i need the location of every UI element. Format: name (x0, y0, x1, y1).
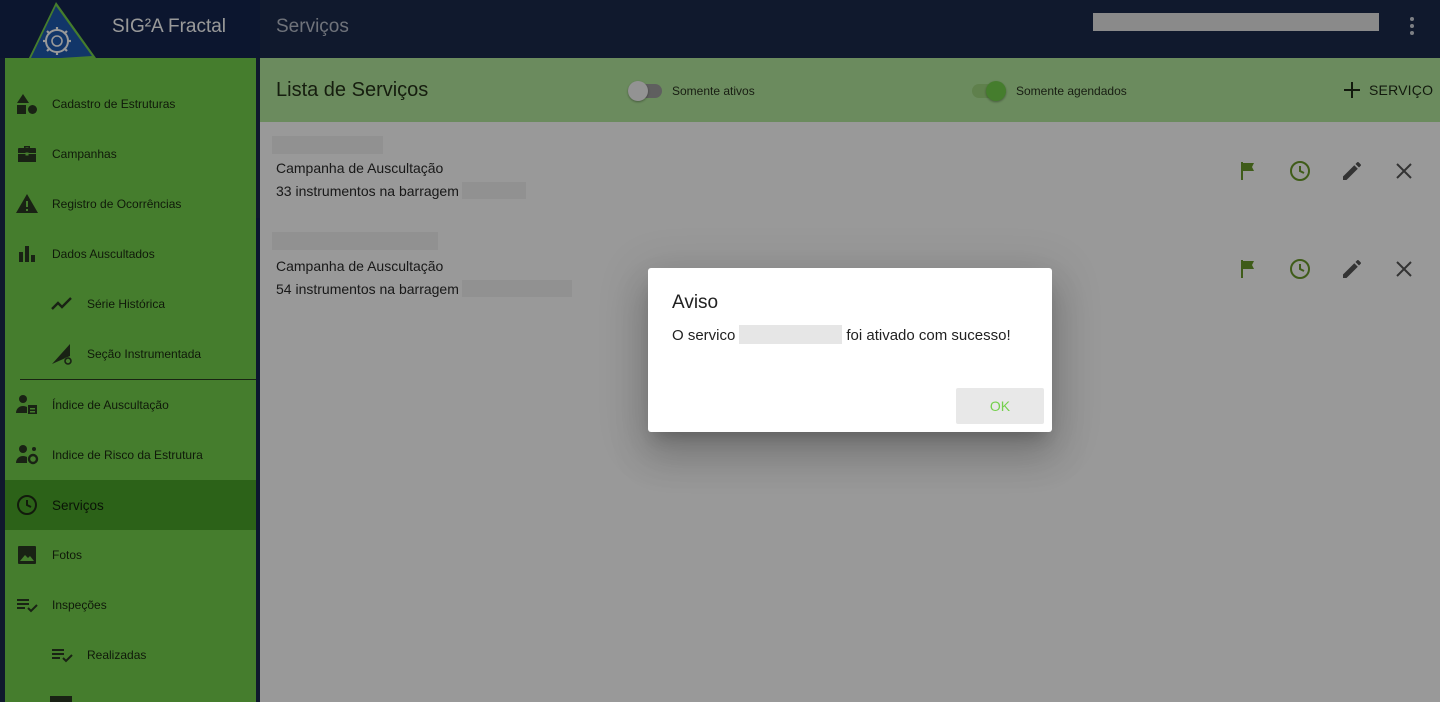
service-name-redacted (739, 325, 843, 344)
ok-button[interactable]: OK (956, 388, 1044, 424)
dialog-message: O servico foi ativado com sucesso! (672, 325, 1011, 344)
dialog-message-prefix: O servico (672, 327, 736, 344)
dialog-title: Aviso (672, 292, 719, 313)
alert-dialog: Aviso O servico foi ativado com sucesso! … (648, 268, 1052, 432)
dialog-message-suffix: foi ativado com sucesso! (846, 327, 1011, 344)
